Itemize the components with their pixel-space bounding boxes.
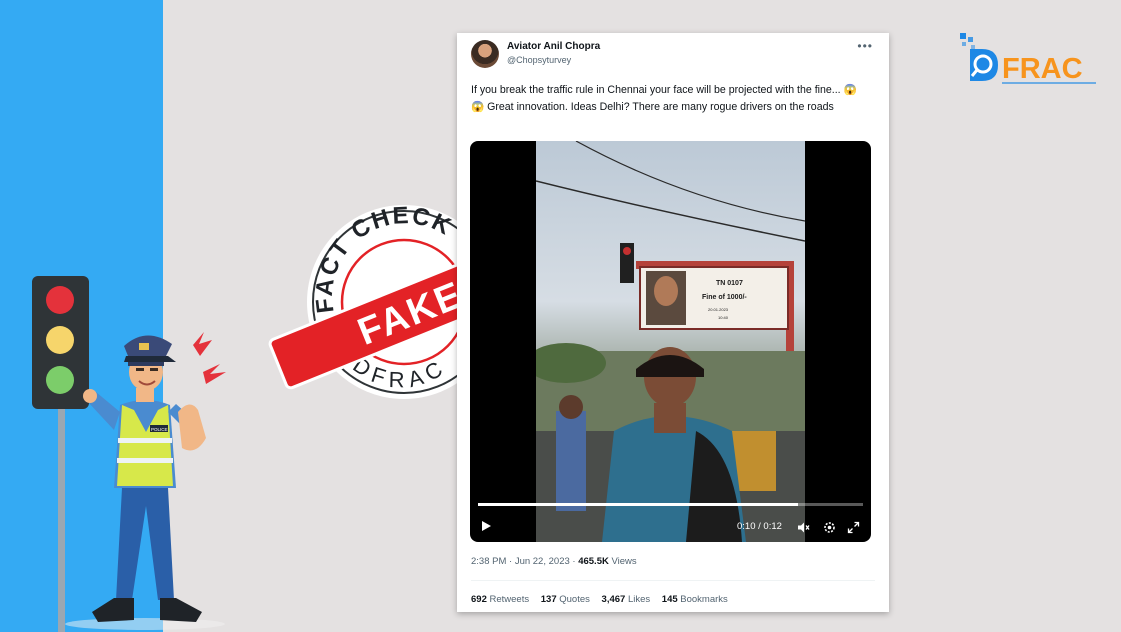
author-handle[interactable]: @Chopsyturvey [507,55,571,65]
divider [471,580,875,581]
billboard-line3: 20.01.2023 [708,307,729,312]
video-scene: TN 0107 Fine of 1000/- 20.01.2023 10:40 [536,141,805,542]
more-icon[interactable]: ••• [857,39,873,53]
dfrac-logo: FRAC [960,33,1096,85]
settings-icon [823,521,835,533]
tweet-card: Aviator Anil Chopra @Chopsyturvey ••• If… [457,33,889,612]
video-time: 0:10 / 0:12 [737,521,782,532]
stat-retweets[interactable]: 692 Retweets [471,594,529,605]
stat-likes[interactable]: 3,467 Likes [602,594,651,605]
video-player[interactable]: TN 0107 Fine of 1000/- 20.01.2023 10:40 [470,141,871,542]
settings-button[interactable] [822,520,836,534]
billboard-line4: 10:40 [718,315,729,320]
tweet-text: If you break the traffic rule in Chennai… [471,84,857,113]
stat-bookmarks[interactable]: 145 Bookmarks [662,594,728,605]
traffic-police-figure: POLICE [65,332,226,630]
play-button[interactable] [478,518,494,534]
tweet-meta: 2:38 PM · Jun 22, 2023 · 465.5K Views [471,556,637,567]
volume-button[interactable] [796,520,810,534]
vest-text: POLICE [151,427,168,432]
volume-icon [797,522,810,532]
logo-text: FRAC [1002,53,1083,85]
tweet-views-label: Views [608,556,637,567]
traffic-light [32,276,89,632]
tweet-timestamp[interactable]: 2:38 PM · Jun 22, 2023 · [471,556,578,567]
billboard-line1: TN 0107 [716,280,743,287]
tweet-views-count: 465.5K [578,556,609,567]
author-name[interactable]: Aviator Anil Chopra [507,41,600,52]
tweet-stats: 692 Retweets 137 Quotes 3,467 Likes 145 … [471,594,737,605]
video-progress-fill [478,503,798,506]
author-avatar[interactable] [471,40,499,68]
fullscreen-button[interactable] [846,520,860,534]
video-frame: TN 0107 Fine of 1000/- 20.01.2023 10:40 [536,141,805,542]
billboard-line2: Fine of 1000/- [702,294,747,301]
fullscreen-icon [847,521,859,533]
video-progress-bar[interactable] [478,503,863,506]
stat-quotes[interactable]: 137 Quotes [541,594,590,605]
play-icon [482,521,491,531]
